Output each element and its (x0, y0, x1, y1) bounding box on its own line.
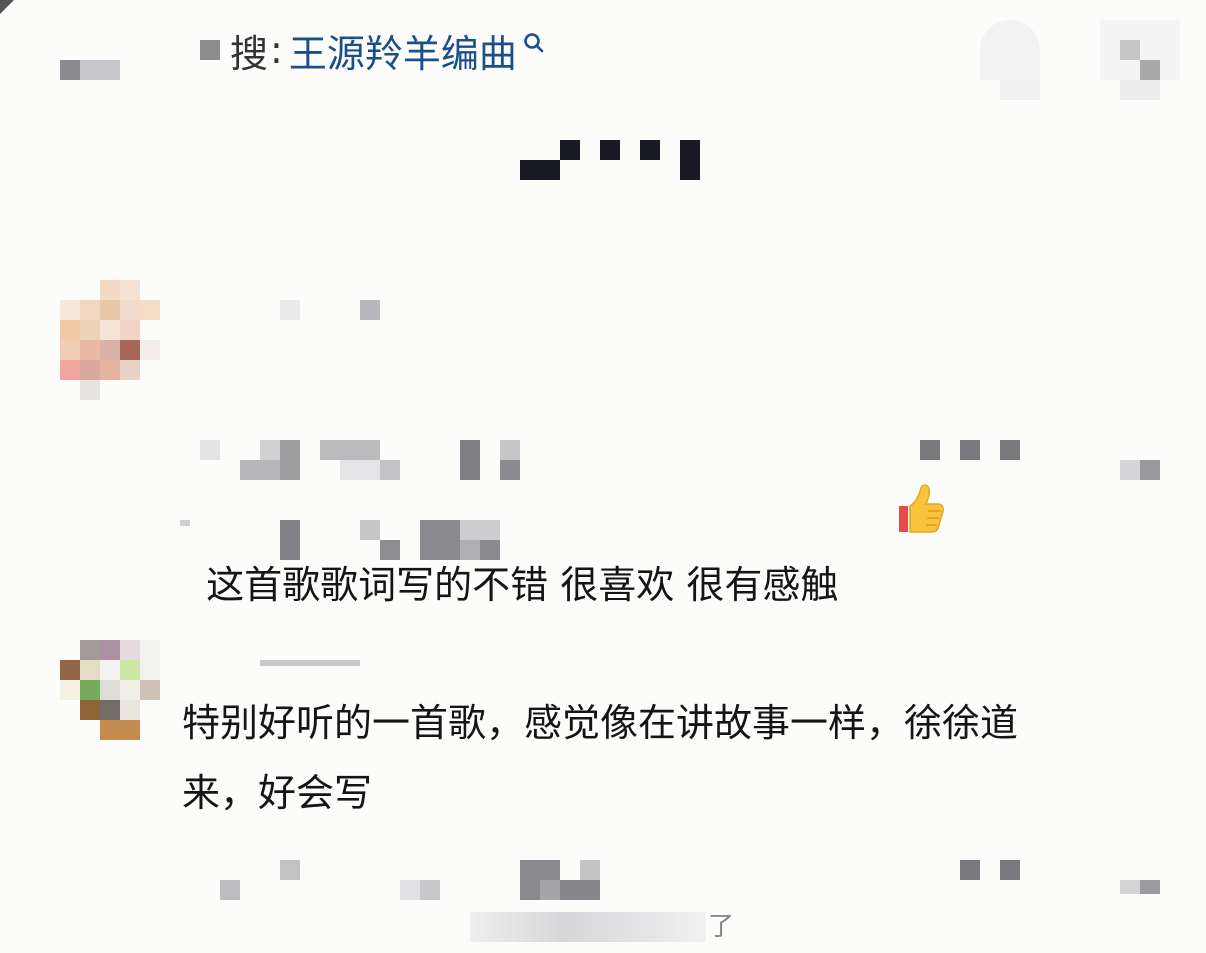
comment-body: 这首歌歌词写的不错 很喜欢 很有感触 (206, 563, 839, 607)
comment-text: 特别好听的一首歌，感觉像在讲故事一样，徐徐道 来，好会写 (182, 701, 1019, 815)
avatar[interactable] (60, 640, 160, 740)
corner-mark (0, 0, 14, 14)
search-prefix: 搜 (230, 31, 269, 76)
search-link[interactable]: 搜 : 王源羚羊编曲 (230, 28, 545, 76)
comment-text: 这首歌歌词写的不错 很喜欢 很有感触 (182, 340, 947, 630)
pixelated-username (260, 660, 360, 666)
avatar-fragment (80, 380, 100, 400)
search-query[interactable]: 王源羚羊编曲 (289, 23, 517, 78)
avatar[interactable] (60, 280, 160, 380)
search-icon (523, 23, 545, 67)
reply-text: 了 (708, 912, 735, 942)
search-separator: : (270, 28, 283, 72)
